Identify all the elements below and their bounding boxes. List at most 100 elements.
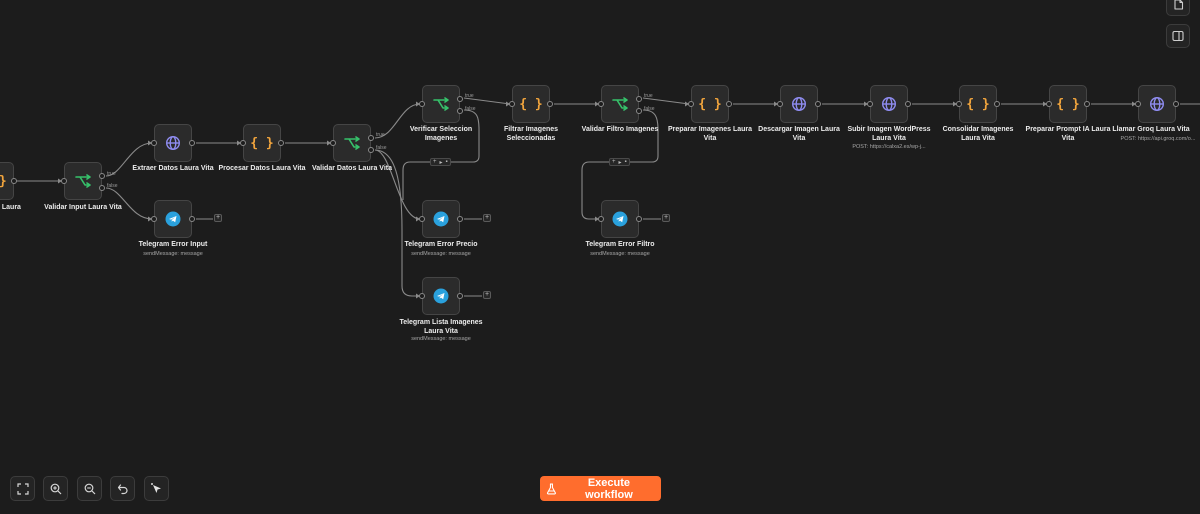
false-output-port[interactable] — [368, 147, 374, 153]
node-telegram-lista-imagenes[interactable] — [419, 277, 463, 315]
input-port[interactable] — [240, 140, 246, 146]
connections-layer — [14, 97, 1200, 299]
input-port[interactable] — [867, 101, 873, 107]
add-icon[interactable]: + — [612, 159, 616, 165]
input-port[interactable] — [419, 101, 425, 107]
node-telegram-error-input[interactable] — [151, 200, 195, 238]
node-subtitle: sendMessage: message — [143, 251, 203, 257]
branch-icon — [433, 97, 449, 111]
output-port[interactable] — [457, 293, 463, 299]
node-validar-input[interactable] — [61, 162, 105, 200]
node-llamar-groq[interactable] — [1135, 85, 1179, 123]
zoom-out-button[interactable] — [77, 476, 102, 501]
output-port[interactable] — [457, 216, 463, 222]
input-port[interactable] — [330, 140, 336, 146]
node-extraer-datos[interactable] — [151, 124, 195, 162]
globe-icon — [1149, 96, 1165, 112]
node-descargar-imagen[interactable] — [777, 85, 821, 123]
output-port[interactable] — [11, 178, 17, 184]
true-output-port[interactable] — [99, 173, 105, 179]
edge-toolbar[interactable]: + ▸ ▪ — [430, 158, 451, 166]
true-output-port[interactable] — [457, 96, 463, 102]
node-verificar-seleccion[interactable] — [419, 85, 463, 123]
fit-view-icon — [16, 482, 29, 495]
input-port[interactable] — [419, 216, 425, 222]
workflow-canvas[interactable]: { } put Laura true false Validar Input L… — [0, 0, 1200, 514]
node-telegram-error-filtro[interactable] — [598, 200, 642, 238]
false-output-port[interactable] — [99, 185, 105, 191]
node-preparar-prompt[interactable]: { } — [1046, 85, 1090, 123]
true-output-port[interactable] — [368, 135, 374, 141]
node-preparar-imagenes[interactable]: { } — [688, 85, 732, 123]
edge-toolbar[interactable]: + ▸ ▪ — [609, 158, 630, 166]
input-port[interactable] — [151, 216, 157, 222]
node-validar-filtro[interactable] — [598, 85, 642, 123]
arrow-icon: ▸ — [439, 159, 443, 166]
fit-view-button[interactable] — [10, 476, 35, 501]
output-port[interactable] — [189, 140, 195, 146]
edge-validar-precio[interactable] — [374, 149, 421, 220]
sticky-note-button[interactable] — [1166, 0, 1190, 16]
node-subtitle: sendMessage: message — [411, 251, 471, 257]
undo-button[interactable] — [110, 476, 135, 501]
input-port[interactable] — [61, 178, 67, 184]
input-port[interactable] — [509, 101, 515, 107]
node-filtrar-imagenes[interactable]: { } — [509, 85, 553, 123]
globe-icon — [881, 96, 897, 112]
true-output-port[interactable] — [636, 96, 642, 102]
panel-toggle-button[interactable] — [1166, 24, 1190, 48]
output-port[interactable] — [1084, 101, 1090, 107]
input-port[interactable] — [1135, 101, 1141, 107]
input-port[interactable] — [419, 293, 425, 299]
node-label: Telegram Error Precio — [404, 241, 478, 248]
output-port[interactable] — [189, 216, 195, 222]
braces-icon: { } — [519, 96, 543, 112]
telegram-icon — [612, 211, 628, 227]
node-consolidar-imagenes[interactable]: { } — [956, 85, 1000, 123]
output-port[interactable] — [1173, 101, 1179, 107]
trash-icon[interactable]: ▪ — [446, 159, 448, 165]
add-node-button[interactable]: + — [483, 214, 491, 222]
tidy-up-button[interactable] — [144, 476, 169, 501]
panel-toggle-icon — [1172, 30, 1184, 42]
input-port[interactable] — [598, 101, 604, 107]
false-output-port[interactable] — [636, 108, 642, 114]
add-icon[interactable]: + — [433, 159, 437, 165]
zoom-in-icon — [50, 483, 61, 494]
input-port[interactable] — [598, 216, 604, 222]
edge-verificar-false-loop[interactable] — [402, 109, 480, 200]
node-label: Telegram Error Input — [138, 241, 208, 248]
node-subir-imagen[interactable] — [867, 85, 911, 123]
output-port[interactable] — [905, 101, 911, 107]
node-validar-datos[interactable] — [330, 124, 374, 162]
telegram-icon — [433, 211, 449, 227]
node-input[interactable]: { } — [0, 162, 17, 200]
output-port[interactable] — [994, 101, 1000, 107]
trash-icon[interactable]: ▪ — [625, 159, 627, 165]
node-label: Validar Input Laura Vita — [44, 204, 122, 211]
output-port[interactable] — [726, 101, 732, 107]
execute-workflow-button[interactable]: Execute workflow — [540, 476, 661, 501]
node-label: Telegram Error Filtro — [585, 241, 655, 248]
input-port[interactable] — [777, 101, 783, 107]
input-port[interactable] — [956, 101, 962, 107]
node-telegram-error-precio[interactable] — [419, 200, 463, 238]
zoom-in-button[interactable] — [43, 476, 68, 501]
output-port[interactable] — [547, 101, 553, 107]
input-port[interactable] — [1046, 101, 1052, 107]
add-node-button[interactable]: + — [483, 291, 491, 299]
braces-icon: { } — [966, 96, 990, 112]
braces-icon: { } — [698, 96, 722, 112]
output-port[interactable] — [278, 140, 284, 146]
arrow-icon: ▸ — [618, 159, 622, 166]
false-output-port[interactable] — [457, 108, 463, 114]
input-port[interactable] — [688, 101, 694, 107]
input-port[interactable] — [151, 140, 157, 146]
globe-icon — [165, 135, 181, 151]
add-node-button[interactable]: + — [662, 214, 670, 222]
add-node-button[interactable]: + — [214, 214, 222, 222]
output-port[interactable] — [815, 101, 821, 107]
node-label: Telegram Lista Imagenes Laura Vita — [399, 319, 483, 335]
output-port[interactable] — [636, 216, 642, 222]
node-procesar-datos[interactable]: { } — [240, 124, 284, 162]
